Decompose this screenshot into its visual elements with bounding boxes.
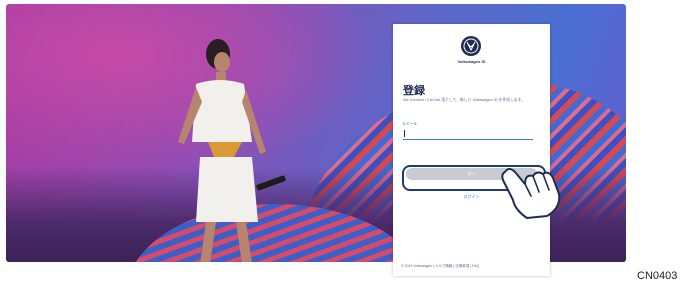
login-card: Volkswagen ID 登録 We Connect / Car-Net 用と… [393, 24, 550, 276]
pointing-hand-icon [501, 168, 561, 219]
vw-logo-icon [461, 36, 481, 56]
text-caret [404, 130, 405, 137]
page-description: We Connect / Car-Net 用として、新しい Volkswagen… [403, 98, 525, 102]
page-title: 登録 [403, 85, 425, 97]
brand-name: Volkswagen ID [457, 59, 486, 64]
email-field[interactable] [403, 127, 533, 140]
woman-figure [178, 39, 286, 262]
footer-links: © 2019 Volkswagen | ヘルプ情報 | 法律事項 | FAQ [401, 264, 480, 268]
figure-code: CN0403 [637, 270, 678, 282]
